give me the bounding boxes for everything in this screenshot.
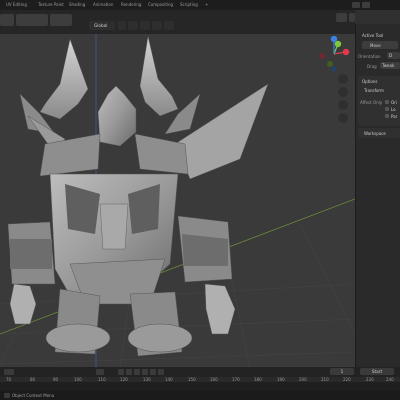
- affect-parents-checkbox[interactable]: [385, 114, 389, 118]
- affect-origins-checkbox[interactable]: [385, 100, 389, 104]
- start-frame-field[interactable]: Start: [360, 368, 394, 375]
- falloff-icon[interactable]: [164, 21, 174, 30]
- snap-icon[interactable]: [128, 21, 138, 30]
- affect-locations-label: Lo: [391, 107, 396, 112]
- move-tool-label: Move: [370, 42, 381, 48]
- mouse-icon: [4, 392, 10, 398]
- drag-dropdown[interactable]: Tweak: [380, 62, 400, 69]
- proportional-editing-icon[interactable]: [152, 21, 162, 30]
- gizmo-y-axis[interactable]: [334, 40, 342, 48]
- play-reverse-icon[interactable]: [134, 369, 140, 375]
- orientation-label: Orientation: [358, 54, 381, 59]
- gizmo-neg-y-axis[interactable]: [327, 61, 333, 67]
- current-frame-field[interactable]: 1: [330, 368, 354, 375]
- jump-keyframe-prev-icon[interactable]: [126, 369, 132, 375]
- visibility-icon[interactable]: [336, 13, 347, 22]
- view-layer-icon[interactable]: [362, 2, 370, 8]
- current-frame-value: 1: [340, 369, 344, 374]
- pivot-point-icon[interactable]: [118, 21, 126, 30]
- tab-shading[interactable]: Shading: [69, 2, 85, 7]
- snap-target-icon[interactable]: [140, 21, 150, 30]
- drag-label: Drag: [367, 64, 377, 69]
- 3d-viewport[interactable]: [0, 34, 355, 367]
- tab-uv-editing[interactable]: UV Editing: [6, 2, 27, 7]
- transform-subpanel-header[interactable]: Transform: [364, 88, 384, 93]
- robot-model: [7, 35, 269, 357]
- navigation-gizmo[interactable]: [316, 36, 354, 72]
- options-panel: Options Transform Affect Only Ori Lo Par: [358, 76, 400, 126]
- orientation-dropdown[interactable]: D: [387, 52, 400, 59]
- tab-scripting[interactable]: Scripting: [180, 2, 198, 7]
- affect-locations-checkbox[interactable]: [385, 107, 389, 111]
- options-panel-header[interactable]: Options: [362, 79, 377, 84]
- viewport-scene: [0, 34, 355, 367]
- active-tool-title: Active Tool: [362, 33, 384, 38]
- workspace-tab-bar: UV Editing Texture Paint Shading Animati…: [0, 0, 400, 10]
- jump-end-icon[interactable]: [158, 369, 164, 375]
- tool-sidebar: Active Tool Move Orientation D Drag Twea…: [355, 24, 400, 367]
- pan-hand-icon[interactable]: [338, 87, 348, 97]
- scene-selector-icon[interactable]: [352, 2, 360, 8]
- editor-type-button[interactable]: [0, 14, 14, 26]
- move-tool-button[interactable]: Move: [362, 41, 398, 49]
- view-menu-button[interactable]: [50, 14, 72, 26]
- gizmo-x-axis[interactable]: [342, 48, 350, 56]
- transform-orientation-value: Global: [94, 23, 108, 28]
- tab-texture-paint[interactable]: Texture Paint: [38, 2, 64, 7]
- context-menu-hint: Object Context Menu: [12, 392, 55, 398]
- timeline-header: 1 Start: [0, 367, 400, 377]
- affect-parents-label: Par: [391, 114, 398, 119]
- camera-view-icon[interactable]: [338, 100, 348, 110]
- grid-projection-icon[interactable]: [338, 113, 348, 123]
- add-workspace-button[interactable]: +: [205, 2, 208, 7]
- mode-dropdown[interactable]: [16, 14, 48, 26]
- workspace-panel-header: Workspace: [364, 130, 386, 136]
- overlays-icon[interactable]: [349, 13, 355, 22]
- record-icon[interactable]: [96, 369, 104, 375]
- drag-dropdown-value: Tweak: [382, 63, 395, 69]
- orientation-dropdown-value: D: [389, 53, 393, 59]
- gizmo-neg-x-axis[interactable]: [319, 53, 325, 59]
- status-bar: Object Context Menu: [0, 391, 400, 400]
- zoom-icon[interactable]: [338, 74, 348, 84]
- tab-animation[interactable]: Animation: [93, 2, 113, 7]
- tab-rendering[interactable]: Rendering: [121, 2, 141, 7]
- start-frame-label: Start: [371, 369, 383, 374]
- tab-compositing[interactable]: Compositing: [148, 2, 173, 7]
- timeline-editor-type-button[interactable]: [4, 369, 14, 375]
- play-icon[interactable]: [142, 369, 148, 375]
- gizmo-neg-z-axis[interactable]: [331, 66, 337, 72]
- jump-keyframe-next-icon[interactable]: [150, 369, 156, 375]
- transform-orientation-dropdown[interactable]: Global: [89, 21, 115, 30]
- timeline-area[interactable]: [0, 382, 400, 391]
- gizmo-z-axis[interactable]: [330, 36, 338, 43]
- affect-origins-label: Ori: [391, 100, 397, 105]
- workspace-panel[interactable]: Workspace: [358, 128, 400, 138]
- affect-only-label: Affect Only: [360, 100, 383, 105]
- jump-start-icon[interactable]: [118, 369, 124, 375]
- viewport-header: [0, 10, 355, 34]
